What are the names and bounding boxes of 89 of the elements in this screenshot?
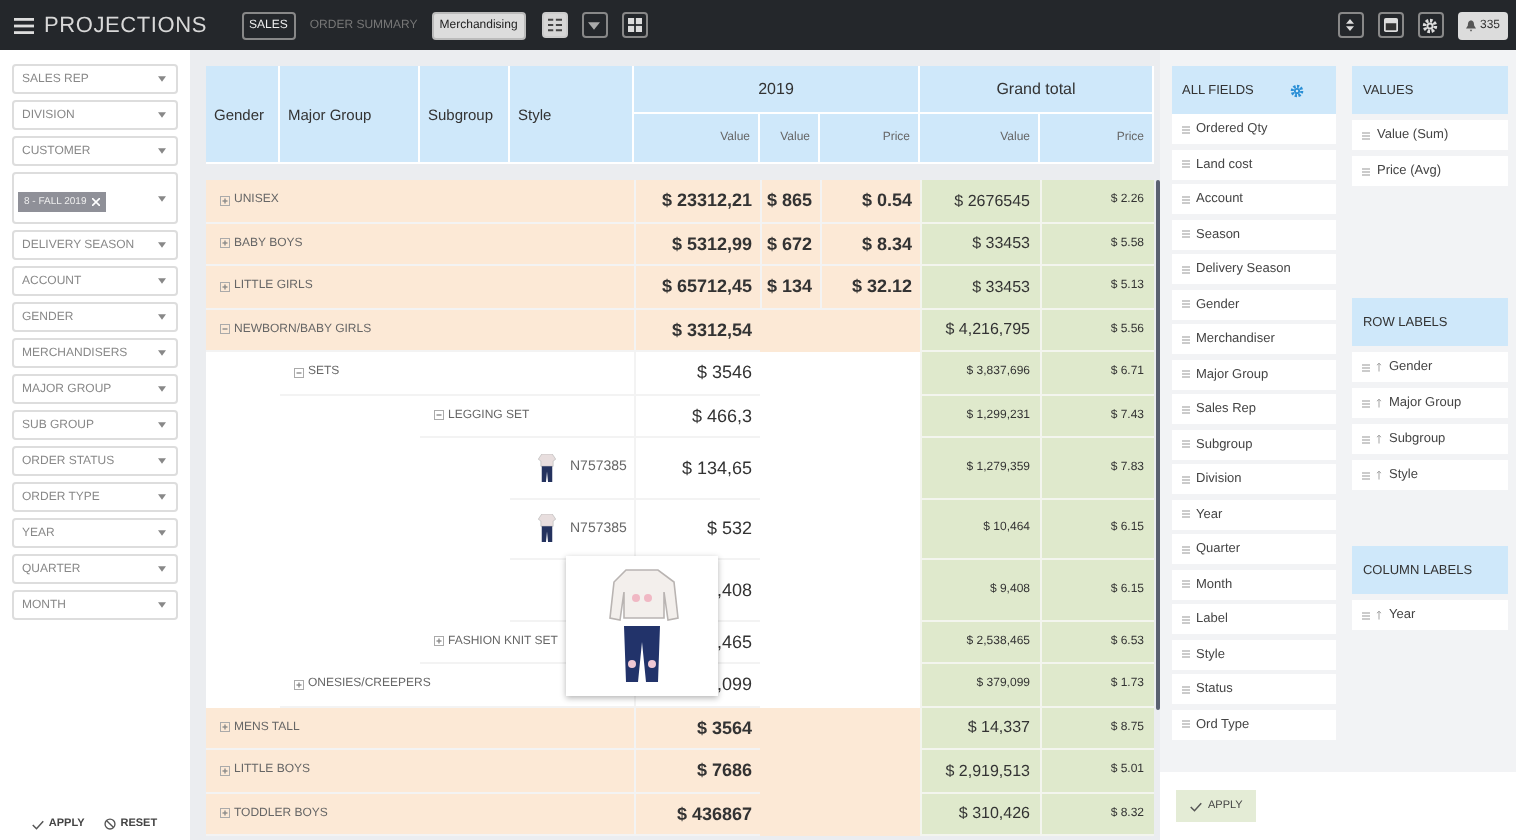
table-cell: $ 4,216,795 xyxy=(920,309,1040,352)
bell-icon xyxy=(1465,19,1476,31)
caret-icon xyxy=(158,314,166,320)
calendar-icon xyxy=(1383,18,1398,32)
drag-handle-icon xyxy=(1362,435,1371,443)
caret-icon xyxy=(158,458,166,464)
drag-handle-icon xyxy=(1182,580,1190,588)
expand-icon[interactable] xyxy=(220,722,230,733)
column-group-header: Grand total xyxy=(920,66,1154,114)
grid-icon xyxy=(627,18,642,32)
settings-icon[interactable] xyxy=(1290,83,1305,97)
arrow-up-icon[interactable] xyxy=(1376,470,1383,480)
collapse-icon[interactable] xyxy=(220,324,230,335)
caret-icon xyxy=(158,530,166,536)
caret-icon xyxy=(588,21,601,29)
checkmark-icon xyxy=(32,819,45,829)
drag-handle-icon xyxy=(1362,611,1371,619)
arrow-up-icon[interactable] xyxy=(1376,362,1383,372)
drag-handle-icon xyxy=(1182,230,1190,238)
drag-handle-icon xyxy=(1182,160,1190,168)
close-icon[interactable] xyxy=(92,198,101,206)
sort-button[interactable] xyxy=(1337,12,1364,38)
table-cell: $ 14,337 xyxy=(920,707,1040,750)
expand-icon[interactable] xyxy=(220,195,230,206)
drag-handle-icon xyxy=(1182,265,1190,273)
collapse-icon[interactable] xyxy=(294,367,304,378)
scrollbar-thumb[interactable] xyxy=(1155,180,1159,710)
drag-handle-icon xyxy=(1182,440,1190,448)
caret-icon xyxy=(158,242,166,248)
table-cell: $ 2676545 xyxy=(920,180,1040,223)
dropdown-button[interactable] xyxy=(581,12,608,38)
caret-icon xyxy=(158,386,166,392)
caret-icon xyxy=(158,76,166,82)
reset-icon xyxy=(104,818,117,830)
table-cell: $ 436867 xyxy=(634,793,760,836)
list-view-button[interactable] xyxy=(541,12,568,38)
drag-handle-icon xyxy=(1362,471,1371,479)
drag-handle-icon xyxy=(1362,131,1371,139)
arrow-up-icon[interactable] xyxy=(1376,398,1383,408)
drag-handle-icon xyxy=(1182,300,1190,308)
clothing-thumbnail-icon xyxy=(538,453,556,482)
table-cell: $ 33453 xyxy=(920,266,1040,309)
table-cell: $ 2,919,513 xyxy=(920,750,1040,793)
table-cell: $ 33453 xyxy=(920,223,1040,266)
caret-icon xyxy=(158,566,166,572)
sort-icon xyxy=(1346,18,1355,32)
caret-icon xyxy=(158,494,166,500)
drag-handle-icon xyxy=(1182,650,1190,658)
settings-button[interactable] xyxy=(1417,12,1444,38)
caret-icon xyxy=(158,278,166,284)
drag-handle-icon xyxy=(1362,167,1371,175)
drag-handle-icon xyxy=(1182,510,1190,518)
caret-icon xyxy=(158,195,166,201)
settings-icon xyxy=(1422,17,1439,33)
drag-handle-icon xyxy=(1362,363,1371,371)
arrow-up-icon[interactable] xyxy=(1376,434,1383,444)
drag-handle-icon xyxy=(1182,125,1190,133)
drag-handle-icon xyxy=(1182,685,1190,693)
collapse-icon[interactable] xyxy=(434,410,444,421)
drag-handle-icon xyxy=(1182,615,1190,623)
drag-handle-icon xyxy=(1182,475,1190,483)
arrow-up-icon[interactable] xyxy=(1376,610,1383,620)
expand-icon[interactable] xyxy=(294,679,304,690)
caret-icon xyxy=(158,148,166,154)
clothing-thumbnail-icon xyxy=(538,514,556,543)
grid-view-button[interactable] xyxy=(621,12,648,38)
drag-handle-icon xyxy=(1182,545,1190,553)
expand-icon[interactable] xyxy=(220,765,230,776)
caret-icon xyxy=(158,112,166,118)
expand-icon[interactable] xyxy=(220,281,230,292)
column-group-header: 2019 xyxy=(634,66,920,114)
app-title: PROJECTIONS xyxy=(44,13,208,37)
caret-icon xyxy=(158,422,166,428)
menu-icon[interactable] xyxy=(14,17,34,33)
caret-icon xyxy=(158,602,166,608)
expand-icon[interactable] xyxy=(434,636,444,647)
calendar-button[interactable] xyxy=(1377,12,1404,38)
drag-handle-icon xyxy=(1182,370,1190,378)
table-cell: $ 310,426 xyxy=(920,793,1040,836)
list-icon xyxy=(547,18,562,32)
drag-handle-icon xyxy=(1182,335,1190,343)
drag-handle-icon xyxy=(1182,405,1190,413)
checkmark-icon xyxy=(1190,801,1202,811)
caret-icon xyxy=(158,350,166,356)
drag-handle-icon xyxy=(1182,720,1190,728)
drag-handle-icon xyxy=(1362,399,1371,407)
expand-icon[interactable] xyxy=(220,808,230,819)
expand-icon[interactable] xyxy=(220,238,230,249)
drag-handle-icon xyxy=(1182,195,1190,203)
